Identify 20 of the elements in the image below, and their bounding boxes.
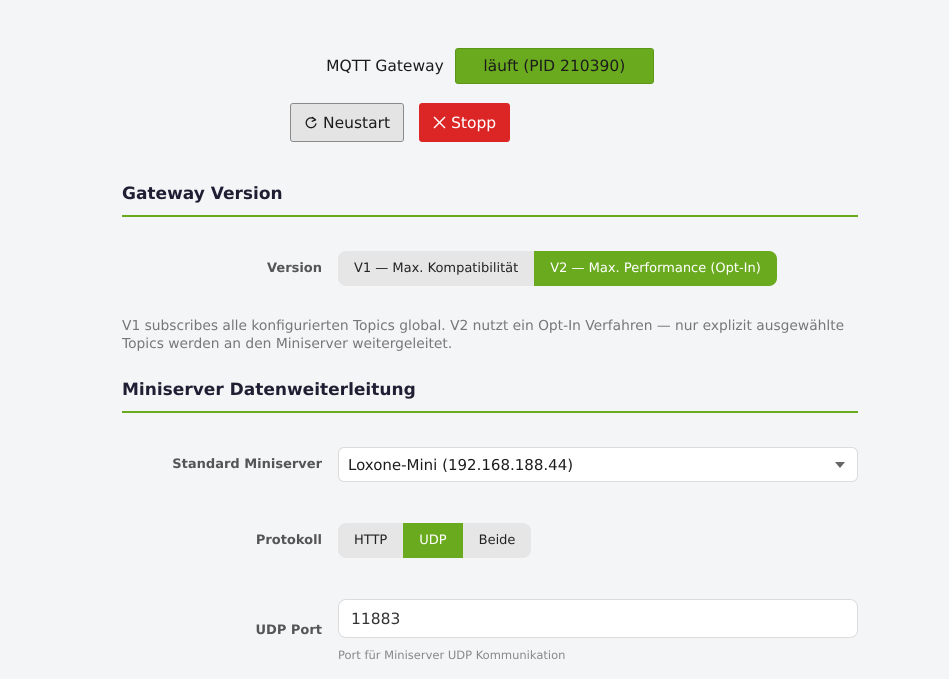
close-icon [433,116,446,129]
status-badge: läuft (PID 210390) [454,48,654,84]
segment-option[interactable]: Beide [462,523,532,558]
dropdown-select[interactable]: Loxone-Mini (192.168.188.44) [338,447,858,482]
field-label: Standard Miniserver [171,457,322,472]
stop-button[interactable]: Stopp [419,103,510,142]
port-input[interactable]: 11883 [338,599,858,638]
section-heading: Miniserver Datenweiterleitung [122,379,858,413]
field-label: Protokoll [254,533,322,548]
field-label: UDP Port [254,623,322,638]
restart-button[interactable]: Neustart [290,103,404,142]
section-heading: Gateway Version [122,183,858,217]
caret-down-icon [835,462,845,468]
help-text: Port für Miniserver UDP Kommunikation [338,648,566,662]
segment-option[interactable]: HTTP [338,523,404,558]
field-label: Version [266,261,322,276]
segment-option[interactable]: V1 — Max. Kompatibilität [338,251,534,286]
refresh-icon [304,116,318,130]
description-text: V1 subscribes alle konfigurierten Topics global. V2 nutzt ein Opt-In Verfahren — nur explizit ausgewählte Topics werden an den Miniserver weitergeleitet. [122,317,846,353]
gateway-label: MQTT Gateway [326,57,444,75]
